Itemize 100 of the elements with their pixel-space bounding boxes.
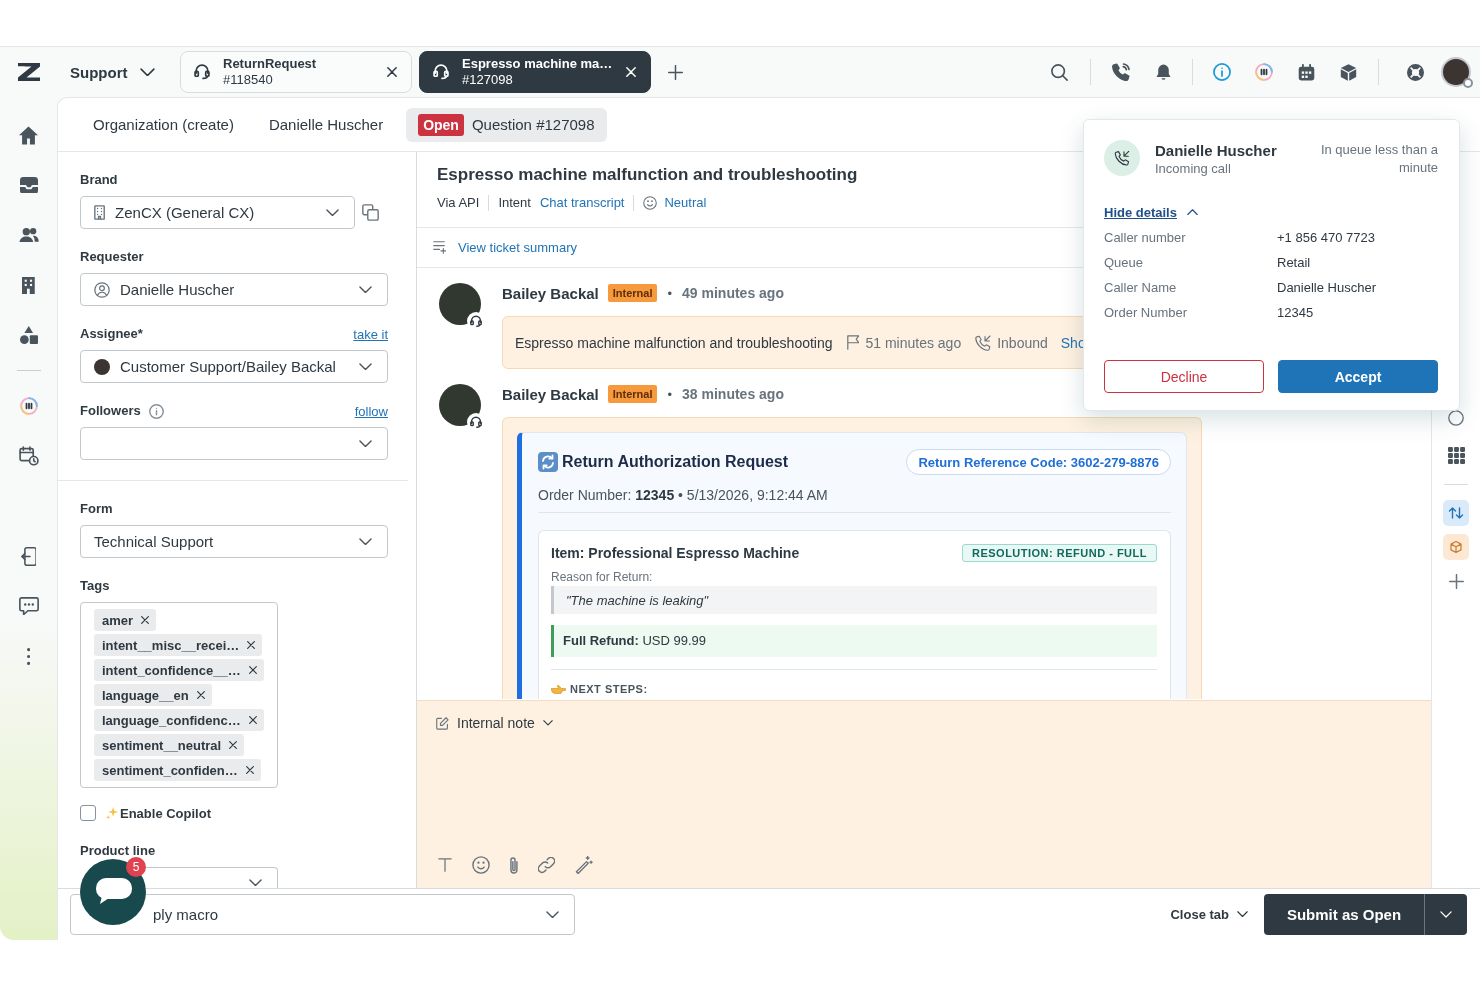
bell-icon[interactable]	[1154, 63, 1172, 81]
remove-tag-icon[interactable]	[248, 666, 257, 674]
info-icon	[148, 403, 164, 419]
chevron-down-icon	[249, 879, 262, 887]
up-down-arrows-icon[interactable]	[1443, 500, 1469, 526]
building-icon[interactable]	[22, 276, 35, 294]
text-format-icon[interactable]	[438, 858, 452, 872]
chevron-down-icon	[546, 911, 559, 919]
submit-options-button[interactable]	[1424, 894, 1467, 935]
headset-icon	[194, 64, 210, 80]
app-icon[interactable]	[19, 397, 38, 415]
remove-tag-icon[interactable]	[248, 716, 257, 724]
phone-icon[interactable]	[1112, 63, 1130, 81]
circle-icon[interactable]	[1448, 410, 1464, 426]
chevron-down-icon	[359, 362, 372, 371]
tag[interactable]: language__en	[94, 684, 212, 706]
followers-field[interactable]	[80, 427, 388, 460]
calendar-clock-icon[interactable]	[18, 446, 39, 466]
ticket-subtab[interactable]: Danielle Huscher	[256, 107, 396, 142]
ticket-subtab[interactable]: Open Question #127098	[406, 107, 607, 142]
search-icon[interactable]	[1050, 63, 1068, 81]
hide-details-link[interactable]: Hide details	[1104, 204, 1177, 220]
return-arrows-icon	[538, 452, 558, 472]
close-icon[interactable]	[387, 67, 397, 77]
chevron-down-icon	[359, 285, 372, 294]
brand-select[interactable]: ZenCX (General CX)	[80, 196, 355, 229]
avatar	[439, 283, 481, 325]
follow-link[interactable]: follow	[354, 403, 388, 419]
tag[interactable]: amer	[94, 609, 157, 631]
ticket-subtab[interactable]: Organization (create)	[81, 107, 246, 142]
author-name: Bailey Backal	[502, 385, 599, 403]
chevron-up-icon[interactable]	[1186, 208, 1198, 216]
sentiment-link[interactable]: Neutral	[664, 194, 707, 212]
field-label: Brand	[80, 172, 118, 188]
remove-tag-icon[interactable]	[196, 691, 205, 699]
lifebuoy-icon[interactable]	[1406, 63, 1424, 81]
detail-label: Caller number	[1104, 230, 1187, 245]
ticket-tab[interactable]: Espresso machine ma… #127098	[419, 51, 651, 93]
avatar	[94, 358, 110, 375]
note-type-dropdown[interactable]: Internal note	[436, 713, 553, 733]
plus-icon[interactable]	[1448, 574, 1464, 589]
home-icon[interactable]	[19, 125, 38, 145]
paperclip-icon[interactable]	[510, 856, 518, 874]
incoming-phone-icon	[975, 334, 992, 351]
user-avatar[interactable]	[1441, 57, 1471, 87]
resolution-badge: RESOLUTION: REFUND - FULL	[961, 544, 1157, 562]
copilot-checkbox[interactable]	[80, 805, 96, 821]
more-icon[interactable]	[26, 647, 31, 665]
remove-tag-icon[interactable]	[141, 616, 150, 624]
chevron-down-icon	[1440, 911, 1452, 918]
take-it-link[interactable]: take it	[353, 326, 388, 342]
logo-icon	[18, 63, 40, 81]
chevron-down-icon	[139, 67, 155, 77]
intent-label: Intent	[498, 194, 531, 212]
headset-icon	[467, 312, 485, 330]
tag[interactable]: language_confidenc…	[94, 709, 264, 731]
ticket-tab[interactable]: ReturnRequest #118540	[180, 51, 412, 93]
macro-field[interactable]: ply macro	[70, 894, 575, 935]
pointing-hand-icon	[551, 684, 566, 694]
decline-button[interactable]: Decline	[1104, 360, 1264, 393]
remove-tag-icon[interactable]	[245, 766, 254, 774]
remove-tag-icon[interactable]	[229, 741, 238, 749]
field-label: Product line	[80, 843, 156, 859]
tag[interactable]: intent__misc__recei…	[94, 634, 263, 656]
card-title: Return Authorization Request	[562, 453, 789, 471]
bullet-separator: •	[667, 285, 673, 301]
assignee-select[interactable]: Customer Support/Bailey Backal	[80, 350, 388, 383]
info-icon[interactable]	[1213, 63, 1231, 81]
app-icon[interactable]	[1255, 63, 1273, 81]
apps-grid-icon[interactable]	[1447, 447, 1465, 464]
view-summary-link[interactable]: View ticket summary	[458, 240, 577, 255]
intent-link[interactable]: Chat transcript	[539, 194, 625, 212]
product-switcher[interactable]: Support	[70, 55, 157, 89]
shapes-icon[interactable]	[19, 326, 38, 344]
close-tab-button[interactable]: Close tab	[1170, 907, 1248, 922]
emoji-icon[interactable]	[472, 856, 490, 874]
bullet-separator: •	[667, 386, 673, 402]
accept-button[interactable]: Accept	[1278, 360, 1438, 393]
tag[interactable]: intent_confidence__…	[94, 659, 264, 681]
phone-transfer-icon[interactable]	[20, 546, 37, 566]
cube-icon[interactable]	[1339, 63, 1357, 81]
calendar-icon[interactable]	[1297, 63, 1315, 81]
submit-button[interactable]: Submit as Open	[1264, 894, 1424, 935]
tag[interactable]: sentiment__neutral	[94, 734, 245, 756]
detail-label: Order Number	[1104, 305, 1189, 320]
tag[interactable]: sentiment_confiden…	[94, 759, 261, 781]
requester-select[interactable]: Danielle Huscher	[80, 273, 388, 306]
internal-badge: Internal	[607, 385, 658, 403]
magic-wand-icon[interactable]	[574, 856, 593, 874]
copy-icon[interactable]	[362, 204, 379, 221]
note-editor[interactable]: Internal note	[417, 700, 1431, 888]
people-icon[interactable]	[18, 227, 39, 243]
add-tab-icon[interactable]	[668, 64, 683, 80]
chat-icon[interactable]	[18, 596, 39, 616]
inbox-icon[interactable]	[19, 176, 38, 194]
cube-icon[interactable]	[1443, 534, 1469, 560]
remove-tag-icon[interactable]	[247, 641, 256, 649]
tags-field[interactable]: amer intent__misc__recei… intent_confidence__… language__en language_confidenc… sentiment__neutral sentiment_confiden…	[80, 602, 278, 788]
form-select[interactable]: Technical Support	[80, 525, 388, 558]
link-icon[interactable]	[537, 856, 555, 874]
